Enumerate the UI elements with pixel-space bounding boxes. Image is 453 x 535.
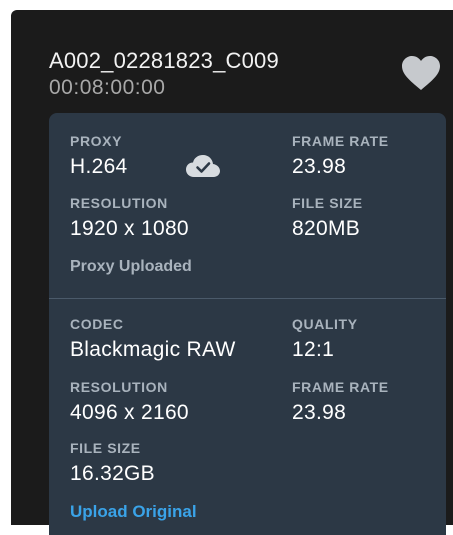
original-file-size-label: FILE SIZE: [70, 440, 141, 456]
clip-timecode: 00:08:00:00: [49, 76, 166, 99]
quality-value: 12:1: [292, 338, 335, 361]
section-divider: [49, 298, 446, 299]
original-frame-rate-value: 23.98: [292, 401, 347, 424]
proxy-resolution-value: 1920 x 1080: [70, 217, 189, 240]
proxy-status: Proxy Uploaded: [70, 258, 192, 275]
proxy-file-size-value: 820MB: [292, 217, 361, 240]
original-resolution-label: RESOLUTION: [70, 379, 168, 395]
original-resolution-value: 4096 x 2160: [70, 401, 189, 424]
media-details-card: PROXY H.264 FRAME RATE 23.98 RESOLUTION …: [49, 113, 446, 535]
codec-value: Blackmagic RAW: [70, 338, 236, 361]
proxy-frame-rate-value: 23.98: [292, 155, 347, 178]
original-file-size-value: 16.32GB: [70, 462, 155, 485]
cloud-check-icon: [185, 154, 221, 180]
proxy-label: PROXY: [70, 133, 123, 149]
proxy-frame-rate-label: FRAME RATE: [292, 133, 389, 149]
proxy-resolution-label: RESOLUTION: [70, 195, 168, 211]
clip-info-panel: A002_02281823_C009 00:08:00:00 PROXY H.2…: [11, 10, 453, 535]
clip-name: A002_02281823_C009: [49, 48, 279, 73]
upload-original-link[interactable]: Upload Original: [70, 502, 197, 522]
proxy-value: H.264: [70, 155, 128, 178]
original-frame-rate-label: FRAME RATE: [292, 379, 389, 395]
codec-label: CODEC: [70, 316, 124, 332]
quality-label: QUALITY: [292, 316, 358, 332]
proxy-file-size-label: FILE SIZE: [292, 195, 363, 211]
favorite-heart-icon[interactable]: [401, 55, 441, 91]
